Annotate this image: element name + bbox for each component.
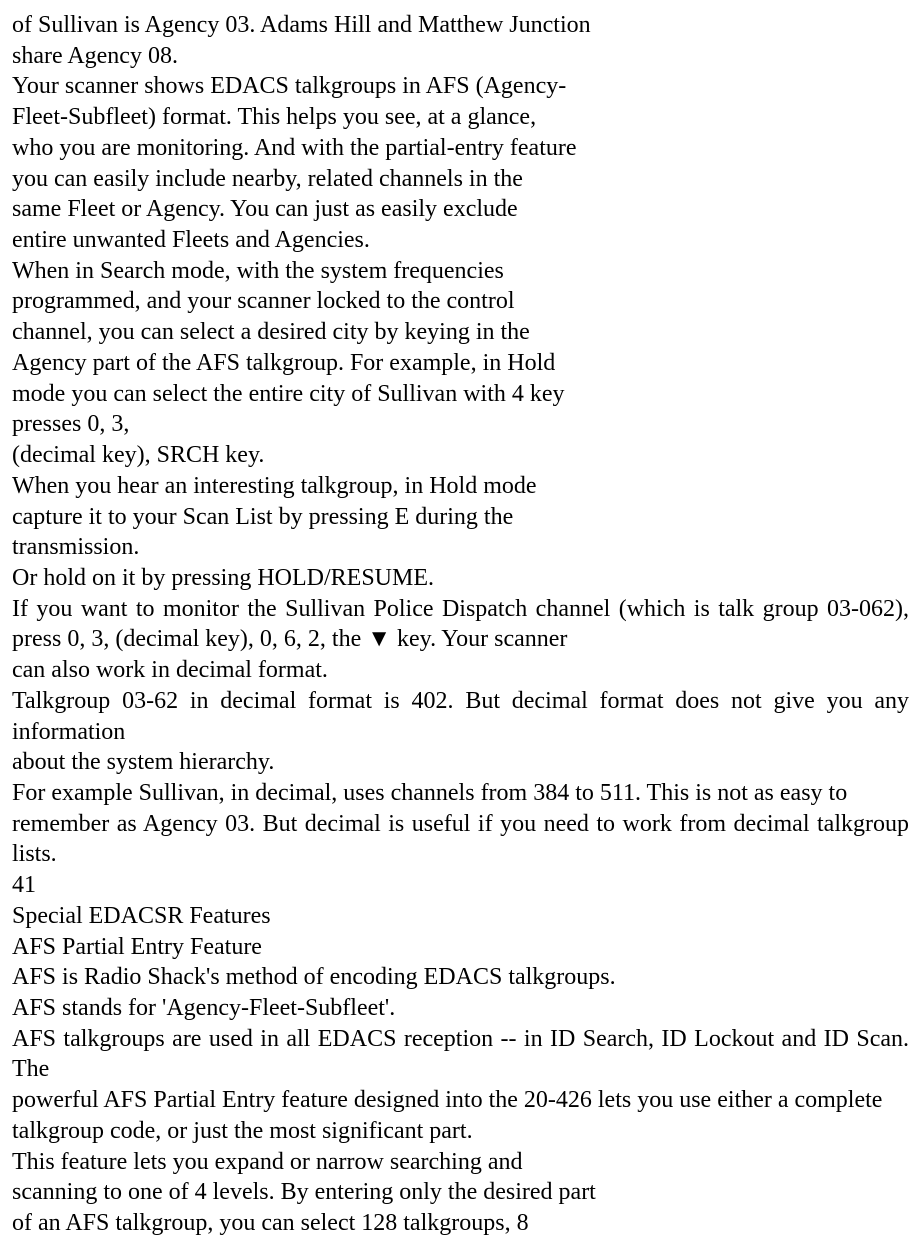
- text-line: This feature lets you expand or narrow s…: [12, 1147, 909, 1178]
- text-line: transmission.: [12, 532, 909, 563]
- document-body: of Sullivan is Agency 03. Adams Hill and…: [12, 10, 909, 1239]
- text-line: (decimal key), SRCH key.: [12, 440, 909, 471]
- text-line: same Fleet or Agency. You can just as ea…: [12, 194, 909, 225]
- text-line: AFS talkgroups are used in all EDACS rec…: [12, 1024, 909, 1085]
- text-line: capture it to your Scan List by pressing…: [12, 502, 909, 533]
- text-line: For example Sullivan, in decimal, uses c…: [12, 778, 909, 809]
- text-line: of an AFS talkgroup, you can select 128 …: [12, 1208, 909, 1239]
- text-line: When in Search mode, with the system fre…: [12, 256, 909, 287]
- text-line: programmed, and your scanner locked to t…: [12, 286, 909, 317]
- text-line: If you want to monitor the Sullivan Poli…: [12, 594, 909, 655]
- text-line: 41: [12, 870, 909, 901]
- text-line: of Sullivan is Agency 03. Adams Hill and…: [12, 10, 909, 41]
- text-line: entire unwanted Fleets and Agencies.: [12, 225, 909, 256]
- text-line: powerful AFS Partial Entry feature desig…: [12, 1085, 909, 1116]
- text-line: share Agency 08.: [12, 41, 909, 72]
- text-line: channel, you can select a desired city b…: [12, 317, 909, 348]
- text-line: Or hold on it by pressing HOLD/RESUME.: [12, 563, 909, 594]
- text-line: AFS stands for 'Agency-Fleet-Subfleet'.: [12, 993, 909, 1024]
- text-line: AFS Partial Entry Feature: [12, 932, 909, 963]
- text-line: Talkgroup 03-62 in decimal format is 402…: [12, 686, 909, 747]
- text-line: Your scanner shows EDACS talkgroups in A…: [12, 71, 909, 102]
- text-line: AFS is Radio Shack's method of encoding …: [12, 962, 909, 993]
- text-line: who you are monitoring. And with the par…: [12, 133, 909, 164]
- text-line: talkgroup code, or just the most signifi…: [12, 1116, 909, 1147]
- text-line: mode you can select the entire city of S…: [12, 379, 909, 410]
- text-line: Special EDACSR Features: [12, 901, 909, 932]
- text-line: scanning to one of 4 levels. By entering…: [12, 1177, 909, 1208]
- text-line: about the system hierarchy.: [12, 747, 909, 778]
- text-line: Agency part of the AFS talkgroup. For ex…: [12, 348, 909, 379]
- text-line: remember as Agency 03. But decimal is us…: [12, 809, 909, 870]
- text-line: you can easily include nearby, related c…: [12, 164, 909, 195]
- text-line: can also work in decimal format.: [12, 655, 909, 686]
- text-line: When you hear an interesting talkgroup, …: [12, 471, 909, 502]
- text-line: presses 0, 3,: [12, 409, 909, 440]
- text-line: Fleet-Subfleet) format. This helps you s…: [12, 102, 909, 133]
